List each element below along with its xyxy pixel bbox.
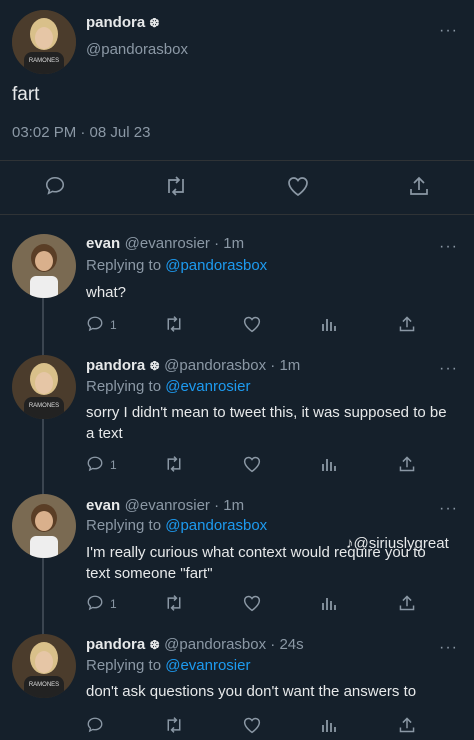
svg-text:RAMONES: RAMONES xyxy=(29,682,59,688)
tiktok-icon: ♪ xyxy=(346,535,354,552)
like-icon[interactable] xyxy=(242,594,262,612)
divider xyxy=(0,214,474,215)
retweet-icon[interactable] xyxy=(164,455,184,473)
tweet-text: don't ask questions you don't want the a… xyxy=(86,683,417,700)
share-icon[interactable] xyxy=(398,315,416,333)
like-icon[interactable] xyxy=(242,716,262,734)
reply-count: 1 xyxy=(110,458,117,472)
analytics-icon[interactable] xyxy=(320,716,338,734)
handle-time[interactable]: @evanrosier · 1m xyxy=(125,235,244,252)
svg-text:RAMONES: RAMONES xyxy=(29,403,59,409)
reply-count: 1 xyxy=(110,318,117,332)
replying-to-link[interactable]: @pandorasbox xyxy=(165,257,267,274)
display-name[interactable]: pandora xyxy=(86,636,145,653)
tweet-timestamp[interactable]: 03:02 PM · 08 Jul 23 xyxy=(12,124,150,141)
avatar[interactable]: RAMONES xyxy=(12,355,76,419)
divider xyxy=(0,160,474,161)
more-options-icon[interactable]: ··· xyxy=(439,639,458,657)
reply-icon[interactable] xyxy=(86,315,104,333)
like-icon[interactable] xyxy=(242,315,262,333)
reply-icon[interactable] xyxy=(44,175,66,197)
display-name[interactable]: evan xyxy=(86,235,120,252)
replying-to-link[interactable]: @evanrosier xyxy=(165,378,250,395)
replying-to-label: Replying to xyxy=(86,517,166,534)
share-icon[interactable] xyxy=(408,175,430,197)
reply-icon[interactable] xyxy=(86,455,104,473)
verified-badge-icon: ❆ xyxy=(149,16,160,30)
tweet-text: fart xyxy=(12,84,40,105)
reply-icon[interactable] xyxy=(86,716,104,734)
like-icon[interactable] xyxy=(242,455,262,473)
replying-to-label: Replying to xyxy=(86,257,166,274)
share-icon[interactable] xyxy=(398,594,416,612)
svg-text:RAMONES: RAMONES xyxy=(29,58,59,64)
watermark: ♪@siriuslygreat xyxy=(346,535,449,552)
replying-to-label: Replying to xyxy=(86,657,166,674)
analytics-icon[interactable] xyxy=(320,315,338,333)
reply-icon[interactable] xyxy=(86,594,104,612)
replying-to-link[interactable]: @pandorasbox xyxy=(165,517,267,534)
verified-badge-icon: ❆ xyxy=(149,359,160,373)
share-icon[interactable] xyxy=(398,716,416,734)
retweet-icon[interactable] xyxy=(164,716,184,734)
display-name[interactable]: pandora xyxy=(86,357,145,374)
handle-time[interactable]: @pandorasbox · 1m xyxy=(164,357,300,374)
avatar[interactable]: RAMONES xyxy=(12,10,76,74)
handle[interactable]: @pandorasbox xyxy=(86,41,188,58)
retweet-icon[interactable] xyxy=(164,594,184,612)
more-options-icon[interactable]: ··· xyxy=(439,500,458,518)
like-icon[interactable] xyxy=(286,175,310,197)
retweet-icon[interactable] xyxy=(164,175,188,197)
reply-count: 1 xyxy=(110,597,117,611)
share-icon[interactable] xyxy=(398,455,416,473)
analytics-icon[interactable] xyxy=(320,455,338,473)
verified-badge-icon: ❆ xyxy=(149,638,160,652)
more-options-icon[interactable]: ··· xyxy=(439,22,458,40)
tweet-text: sorry I didn't mean to tweet this, it wa… xyxy=(86,404,447,442)
replying-to-link[interactable]: @evanrosier xyxy=(165,657,250,674)
handle-time[interactable]: @pandorasbox · 24s xyxy=(164,636,303,653)
more-options-icon[interactable]: ··· xyxy=(439,360,458,378)
analytics-icon[interactable] xyxy=(320,594,338,612)
display-name[interactable]: evan xyxy=(86,497,120,514)
avatar[interactable] xyxy=(12,494,76,558)
handle-time[interactable]: @evanrosier · 1m xyxy=(125,497,244,514)
avatar[interactable]: RAMONES xyxy=(12,634,76,698)
tweet-text: what? xyxy=(86,284,127,301)
replying-to-label: Replying to xyxy=(86,378,166,395)
retweet-icon[interactable] xyxy=(164,315,184,333)
display-name[interactable]: pandora xyxy=(86,14,145,31)
thread-connector xyxy=(42,556,44,638)
more-options-icon[interactable]: ··· xyxy=(439,238,458,256)
avatar[interactable] xyxy=(12,234,76,298)
